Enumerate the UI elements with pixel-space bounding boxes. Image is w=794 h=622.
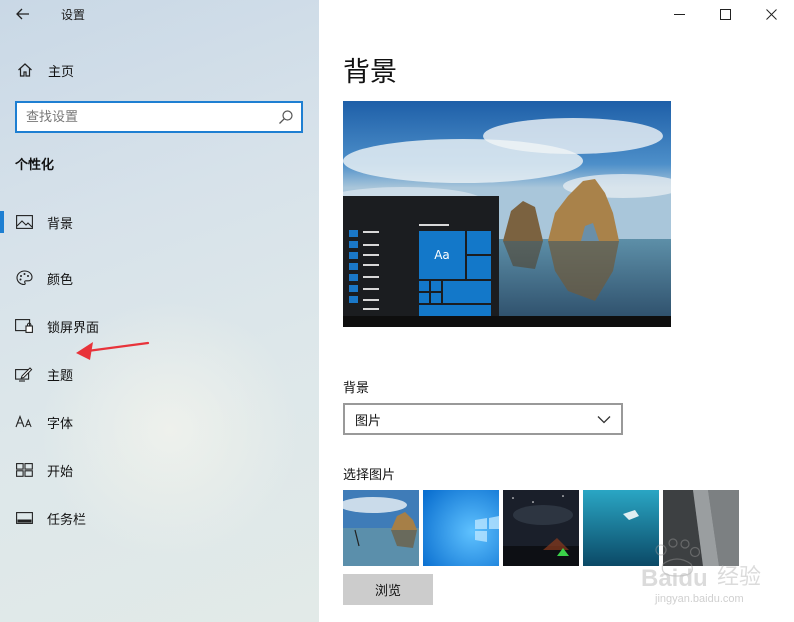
search-icon[interactable] bbox=[278, 109, 294, 125]
tile bbox=[419, 293, 429, 303]
sidebar-item-fonts[interactable]: 字体 bbox=[0, 398, 319, 446]
title-bar: 设置 bbox=[0, 0, 319, 28]
sidebar-item-lock-screen[interactable]: 锁屏界面 bbox=[0, 302, 319, 350]
home-icon bbox=[15, 60, 35, 80]
start-app-line bbox=[363, 288, 379, 290]
tile bbox=[419, 281, 429, 291]
sidebar-item-label: 颜色 bbox=[47, 272, 74, 288]
sidebar-item-themes[interactable]: 主题 bbox=[0, 350, 319, 398]
window-controls bbox=[656, 0, 794, 28]
beach-rock-thumbnail[interactable] bbox=[343, 490, 419, 566]
start-app-line bbox=[363, 299, 379, 301]
tile bbox=[431, 281, 441, 291]
start-app-line bbox=[363, 308, 379, 310]
sidebar: 设置 主页 个性化 背景 颜色 bbox=[0, 0, 319, 622]
start-menu-preview: Aa bbox=[343, 196, 499, 316]
annotation-arrow bbox=[76, 341, 150, 360]
picture-thumbnails bbox=[343, 490, 743, 566]
section-title: 个性化 bbox=[15, 158, 55, 173]
night-sky-tent-thumbnail[interactable] bbox=[503, 490, 579, 566]
rock-face-thumbnail[interactable] bbox=[663, 490, 739, 566]
app-title: 设置 bbox=[61, 8, 86, 22]
dropdown-selected-value: 图片 bbox=[355, 413, 382, 429]
search-box[interactable] bbox=[15, 101, 303, 133]
sidebar-item-label: 背景 bbox=[47, 216, 74, 232]
start-icon bbox=[15, 461, 33, 479]
background-type-label: 背景 bbox=[343, 381, 370, 396]
page-title: 背景 bbox=[343, 57, 397, 88]
sidebar-item-background[interactable]: 背景 bbox=[0, 206, 319, 238]
start-app-square bbox=[349, 241, 358, 248]
start-app-square bbox=[349, 285, 358, 292]
back-button[interactable] bbox=[12, 4, 34, 24]
background-type-dropdown[interactable]: 图片 bbox=[343, 403, 623, 435]
home-link[interactable]: 主页 bbox=[15, 58, 74, 82]
start-app-square bbox=[349, 274, 358, 281]
start-app-line bbox=[363, 254, 379, 256]
maximize-button[interactable] bbox=[702, 0, 748, 28]
start-app-square bbox=[349, 230, 358, 237]
font-icon bbox=[15, 413, 33, 431]
minimize-button[interactable] bbox=[656, 0, 702, 28]
start-app-line bbox=[363, 231, 379, 233]
sidebar-item-label: 主题 bbox=[47, 368, 74, 384]
search-input[interactable] bbox=[17, 103, 267, 131]
start-app-line bbox=[363, 244, 379, 246]
start-header-line bbox=[419, 224, 449, 226]
minimize-icon bbox=[673, 13, 685, 15]
sidebar-item-label: 任务栏 bbox=[47, 512, 87, 528]
tile bbox=[443, 281, 491, 303]
svg-text:jingyan.baidu.com: jingyan.baidu.com bbox=[654, 593, 744, 605]
sidebar-item-start[interactable]: 开始 bbox=[0, 446, 319, 494]
windows-blue-thumbnail[interactable] bbox=[423, 490, 499, 566]
tile-aa: Aa bbox=[419, 231, 465, 279]
browse-button[interactable]: 浏览 bbox=[343, 574, 433, 605]
back-arrow-icon bbox=[16, 8, 29, 20]
taskbar-icon bbox=[15, 509, 33, 527]
tile bbox=[419, 305, 491, 316]
choose-picture-label: 选择图片 bbox=[343, 468, 396, 483]
sidebar-item-taskbar[interactable]: 任务栏 bbox=[0, 494, 319, 542]
palette-icon bbox=[15, 269, 33, 287]
sidebar-item-label: 开始 bbox=[47, 464, 74, 480]
start-app-line bbox=[363, 276, 379, 278]
main-panel: 背景 Aa 背景 图片 选择图片 浏览 Baidu 经验 jingyan.bai… bbox=[319, 0, 794, 622]
preview-taskbar bbox=[343, 316, 671, 327]
start-app-line bbox=[363, 264, 379, 266]
start-app-square bbox=[349, 252, 358, 259]
underwater-swimmer-thumbnail[interactable] bbox=[583, 490, 659, 566]
start-app-square bbox=[349, 263, 358, 270]
tile bbox=[431, 293, 441, 303]
background-preview: Aa bbox=[343, 101, 671, 327]
sidebar-item-colors[interactable]: 颜色 bbox=[0, 254, 319, 302]
start-app-square bbox=[349, 296, 358, 303]
theme-pen-icon bbox=[15, 365, 33, 383]
sidebar-item-label: 字体 bbox=[47, 416, 74, 432]
sidebar-nav: 背景 颜色 锁屏界面 主题 字体 开始 任务栏 bbox=[0, 206, 319, 542]
lock-screen-icon bbox=[15, 317, 33, 335]
tile bbox=[467, 256, 491, 279]
picture-icon bbox=[15, 213, 33, 231]
home-label: 主页 bbox=[48, 64, 75, 80]
close-icon bbox=[765, 8, 777, 20]
maximize-icon bbox=[719, 8, 731, 20]
sidebar-item-label: 锁屏界面 bbox=[47, 320, 100, 336]
close-button[interactable] bbox=[748, 0, 794, 28]
tile bbox=[467, 231, 491, 254]
svg-text:经验: 经验 bbox=[717, 565, 761, 590]
svg-text:Baidu: Baidu bbox=[641, 565, 708, 592]
chevron-down-icon bbox=[597, 416, 611, 424]
